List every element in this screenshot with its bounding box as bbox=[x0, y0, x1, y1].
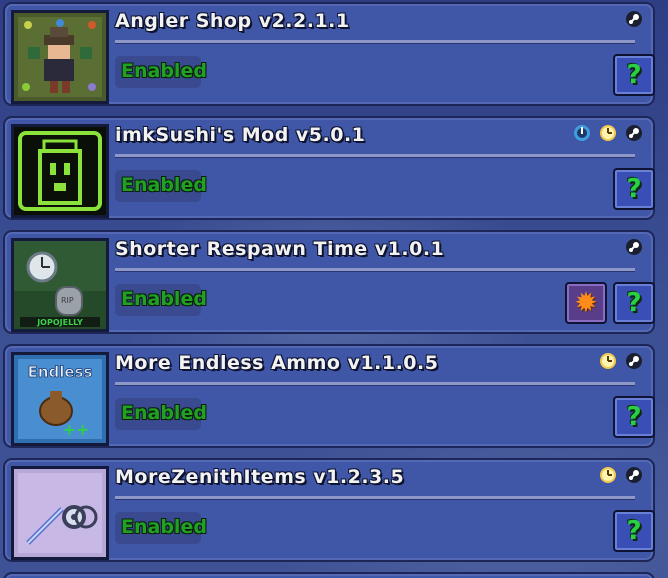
icon-caption: Endless bbox=[28, 363, 93, 381]
mod-card-morezenith[interactable]: MoreZenithItems v1.2.3.5 Enabled ? bbox=[3, 458, 655, 562]
svg-text:RIP: RIP bbox=[61, 296, 74, 305]
mod-side-icons bbox=[596, 352, 643, 372]
mod-card-shorter-respawn[interactable]: RIP JOPOJELLY Shorter Respawn Time v1.0.… bbox=[3, 230, 655, 334]
help-button[interactable]: ? bbox=[613, 54, 655, 96]
help-icon: ? bbox=[626, 174, 642, 204]
help-icon: ? bbox=[626, 516, 642, 546]
status-badge[interactable]: Enabled bbox=[115, 284, 207, 316]
steam-icon[interactable] bbox=[625, 352, 643, 370]
status-badge[interactable]: Enabled bbox=[115, 512, 207, 544]
status-badge[interactable]: Enabled bbox=[115, 398, 207, 430]
mod-icon-endless-ammo: Endless ++ bbox=[11, 352, 109, 446]
status-text: Enabled bbox=[121, 288, 207, 310]
divider bbox=[115, 40, 635, 44]
help-button[interactable]: ? bbox=[613, 282, 655, 324]
mod-side-icons bbox=[622, 238, 643, 258]
config-button[interactable]: ✹ bbox=[565, 282, 607, 324]
status-text: Enabled bbox=[121, 516, 207, 538]
help-button[interactable]: ? bbox=[613, 396, 655, 438]
mod-card-angler-shop[interactable]: Angler Shop v2.2.1.1 Enabled ? bbox=[3, 2, 655, 106]
mod-title: MoreZenithItems v1.2.3.5 bbox=[115, 466, 405, 488]
mod-title: Shorter Respawn Time v1.0.1 bbox=[115, 238, 445, 260]
translation-icon[interactable] bbox=[573, 124, 591, 142]
mod-icon-shorter-respawn: RIP JOPOJELLY bbox=[11, 238, 109, 332]
help-icon: ? bbox=[626, 60, 642, 90]
icon-caption: JOPOJELLY bbox=[36, 318, 83, 327]
mod-side-icons bbox=[570, 124, 643, 144]
mod-title: imkSushi's Mod v5.0.1 bbox=[115, 124, 366, 146]
divider bbox=[115, 154, 635, 158]
steam-icon[interactable] bbox=[625, 238, 643, 256]
divider bbox=[115, 268, 635, 272]
clock-icon[interactable] bbox=[599, 352, 617, 370]
help-button[interactable]: ? bbox=[613, 510, 655, 552]
mod-icon-angler-shop bbox=[11, 10, 109, 104]
mod-icon-imksushi bbox=[11, 124, 109, 218]
help-icon: ? bbox=[626, 288, 642, 318]
mod-side-icons bbox=[596, 466, 643, 486]
gear-icon: ✹ bbox=[574, 286, 598, 319]
status-text: Enabled bbox=[121, 174, 207, 196]
help-button[interactable]: ? bbox=[613, 168, 655, 210]
status-text: Enabled bbox=[121, 60, 207, 82]
status-badge[interactable]: Enabled bbox=[115, 56, 207, 88]
steam-icon[interactable] bbox=[625, 10, 643, 28]
divider bbox=[115, 496, 635, 500]
steam-icon[interactable] bbox=[625, 124, 643, 142]
mod-title: More Endless Ammo v1.1.0.5 bbox=[115, 352, 439, 374]
svg-text:++: ++ bbox=[63, 420, 90, 439]
divider bbox=[115, 382, 635, 386]
steam-icon[interactable] bbox=[625, 466, 643, 484]
clock-icon[interactable] bbox=[599, 466, 617, 484]
status-badge[interactable]: Enabled bbox=[115, 170, 207, 202]
clock-icon[interactable] bbox=[599, 124, 617, 142]
mod-card-next[interactable] bbox=[3, 572, 655, 578]
mod-list: Angler Shop v2.2.1.1 Enabled ? imkSushi'… bbox=[0, 0, 668, 578]
mod-icon-morezenith bbox=[11, 466, 109, 560]
status-text: Enabled bbox=[121, 402, 207, 424]
mod-card-imksushi[interactable]: imkSushi's Mod v5.0.1 Enabled ? bbox=[3, 116, 655, 220]
mod-title: Angler Shop v2.2.1.1 bbox=[115, 10, 350, 32]
mod-card-endless-ammo[interactable]: Endless ++ More Endless Ammo v1.1.0.5 En… bbox=[3, 344, 655, 448]
mod-side-icons bbox=[622, 10, 643, 30]
help-icon: ? bbox=[626, 402, 642, 432]
